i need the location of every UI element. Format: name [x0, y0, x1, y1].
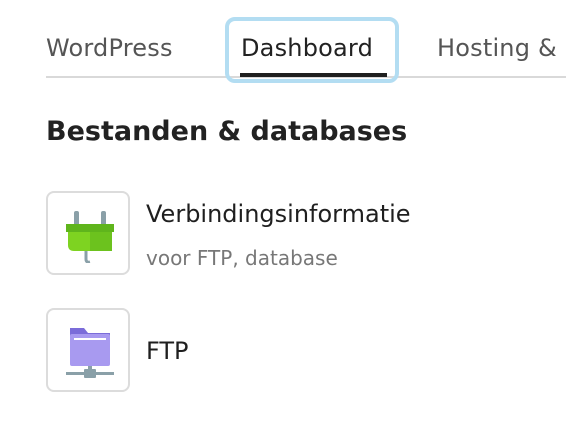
ftp-item[interactable]: FTP [46, 308, 546, 392]
tab-bar: WordPress Dashboard Hosting & [0, 0, 566, 83]
connection-info-icon-box [46, 191, 130, 275]
section-title: Bestanden & databases [46, 116, 408, 147]
network-folder-icon [66, 328, 114, 378]
tab-hosting[interactable]: Hosting & [437, 34, 557, 62]
connection-info-title: Verbindingsinformatie [146, 200, 411, 228]
plug-icon [66, 211, 114, 263]
active-tab-indicator [240, 73, 387, 77]
tab-wordpress[interactable]: WordPress [46, 34, 173, 62]
connection-info-subtitle: voor FTP, database [146, 246, 338, 270]
connection-info-item[interactable]: Verbindingsinformatie voor FTP, database [46, 191, 546, 275]
tab-dashboard[interactable]: Dashboard [241, 34, 373, 62]
ftp-title: FTP [146, 337, 189, 365]
ftp-icon-box [46, 308, 130, 392]
